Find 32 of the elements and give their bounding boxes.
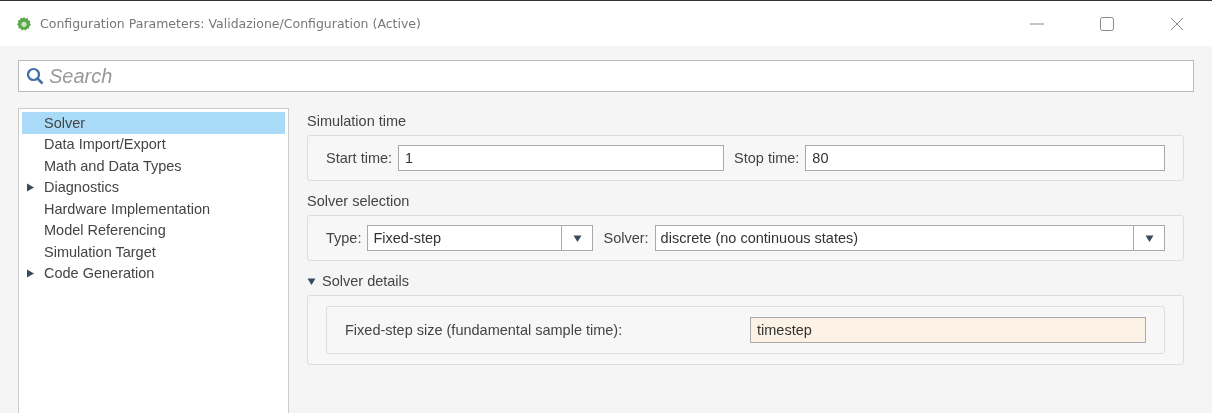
minimize-icon — [1030, 22, 1044, 25]
input-field[interactable]: timestep — [750, 317, 1146, 343]
input-field[interactable]: 80 — [805, 145, 1165, 171]
tree-item[interactable]: Simulation Target — [22, 241, 285, 263]
tree-item[interactable]: Code Generation — [22, 262, 285, 284]
field-label: Fixed-step size (fundamental sample time): — [345, 322, 623, 338]
window-title: Configuration Parameters: Validazione/Configuration (Active) — [40, 16, 422, 31]
maximize-icon — [1100, 16, 1114, 31]
field-label: Type: — [326, 230, 362, 246]
section-title: Simulation time — [307, 113, 408, 129]
tree-item[interactable]: Model Referencing — [22, 219, 285, 241]
search-field[interactable]: Search — [18, 60, 1194, 92]
section-title: Solver details — [322, 273, 410, 289]
input-field[interactable]: 1 — [398, 145, 725, 171]
gear-icon — [16, 15, 32, 32]
tree-item[interactable]: Hardware Implementation — [22, 198, 285, 220]
collapse-arrow-icon[interactable] — [307, 276, 316, 286]
dropdown[interactable]: Fixed-step — [367, 225, 594, 251]
tree-item[interactable]: Math and Data Types — [22, 155, 285, 177]
dropdown-arrow-icon[interactable] — [1144, 233, 1154, 243]
field-label: Stop time: — [734, 150, 800, 166]
expand-arrow-icon[interactable] — [26, 182, 35, 192]
expand-arrow-icon[interactable] — [26, 268, 35, 278]
tree-item[interactable]: Solver — [22, 112, 285, 134]
section-title: Solver selection — [307, 193, 411, 209]
dropdown-arrow-icon[interactable] — [572, 233, 582, 243]
field-label: Start time: — [326, 150, 393, 166]
field-label: Solver: — [603, 230, 649, 246]
tree-item[interactable]: Data Import/Export — [22, 133, 285, 155]
dropdown[interactable]: discrete (no continuous states) — [654, 225, 1165, 251]
close-icon — [1170, 16, 1184, 31]
tree-item[interactable]: Diagnostics — [22, 176, 285, 198]
